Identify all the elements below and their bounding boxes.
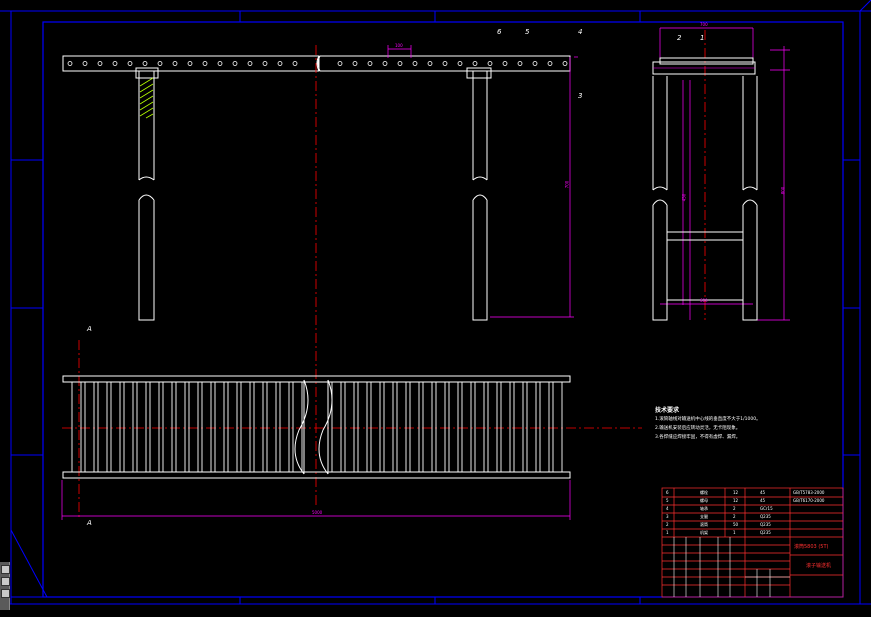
toolbar-icon[interactable] bbox=[1, 589, 10, 598]
dim-height-side: 800 bbox=[780, 186, 786, 195]
parts-list-cell-no: 4 bbox=[666, 506, 669, 511]
dim-height-side-inner: 450 bbox=[681, 193, 687, 202]
dim-width-top: 700 bbox=[700, 22, 708, 27]
parts-list-cell-qty: 12 bbox=[733, 498, 739, 503]
parts-list-cell-name: 轴承 bbox=[700, 506, 708, 511]
parts-list-cell-material: 45 bbox=[760, 490, 766, 495]
parts-list-cell-material: 45 bbox=[760, 498, 766, 503]
parts-list-cell-no: 1 bbox=[666, 530, 669, 535]
section-label-a-bottom: A bbox=[87, 519, 92, 527]
technical-notes: 技术要求 1.滚筒轴线对输送机中心线的垂直度不大于1/1000。 2.输送机安装… bbox=[655, 406, 761, 442]
parts-list-cell-qty: 2 bbox=[733, 506, 736, 511]
technical-note-line: 3.各焊缝应焊接牢固，不得有虚焊、漏焊。 bbox=[655, 435, 741, 440]
dim-pitch: 100 bbox=[395, 43, 403, 48]
parts-list-cell-no: 2 bbox=[666, 522, 669, 527]
parts-list-cell-qty: 1 bbox=[733, 530, 736, 535]
parts-list-cell-material: GCr15 bbox=[760, 506, 773, 511]
parts-list-cell-material: Q235 bbox=[760, 514, 771, 519]
drawing-name: 滚子输送机 bbox=[806, 563, 832, 569]
cad-drawing-canvas[interactable] bbox=[0, 0, 871, 617]
parts-list-cell-qty: 50 bbox=[733, 522, 739, 527]
parts-list-cell-name: 螺栓 bbox=[700, 490, 708, 495]
parts-list-cell-material: Q235 bbox=[760, 522, 771, 527]
parts-list-cell-name: 支腿 bbox=[700, 514, 708, 519]
part-label-6: 6 bbox=[497, 28, 502, 36]
technical-note-line: 2.输送机安装后应转动灵活，无卡阻现象。 bbox=[655, 426, 741, 431]
toolbar-icon[interactable] bbox=[1, 577, 10, 586]
dim-height-front: 700 bbox=[564, 180, 570, 189]
part-label-5: 5 bbox=[525, 28, 530, 36]
parts-list-cell-qty: 12 bbox=[733, 490, 739, 495]
dim-width-side-bottom: 600 bbox=[700, 298, 708, 303]
dim-length-total: 5000 bbox=[312, 510, 323, 515]
drawing-number: 滚筒5803 (5T) bbox=[794, 544, 829, 550]
technical-notes-title: 技术要求 bbox=[655, 407, 680, 414]
standard-1: GB/T5783-2000 bbox=[793, 490, 825, 495]
part-label-4: 4 bbox=[578, 28, 583, 36]
parts-list-cell-no: 5 bbox=[666, 498, 669, 503]
parts-list-cell-no: 6 bbox=[666, 490, 669, 495]
section-label-a-top: A bbox=[87, 325, 92, 333]
standard-2: GB/T6170-2000 bbox=[793, 498, 825, 503]
part-label-3: 3 bbox=[578, 92, 583, 100]
cad-toolbar-widget[interactable] bbox=[0, 562, 10, 610]
part-label-1: 1 bbox=[700, 34, 705, 42]
parts-list-cell-name: 机架 bbox=[700, 530, 708, 535]
parts-list-cell-name: 螺母 bbox=[700, 498, 708, 503]
technical-note-line: 1.滚筒轴线对输送机中心线的垂直度不大于1/1000。 bbox=[655, 417, 761, 422]
toolbar-icon[interactable] bbox=[1, 565, 10, 574]
parts-list-cell-no: 3 bbox=[666, 514, 669, 519]
parts-list-cell-name: 滚筒 bbox=[700, 522, 708, 527]
parts-list-cell-qty: 2 bbox=[733, 514, 736, 519]
parts-list-cell-material: Q235 bbox=[760, 530, 771, 535]
part-label-2: 2 bbox=[677, 34, 682, 42]
